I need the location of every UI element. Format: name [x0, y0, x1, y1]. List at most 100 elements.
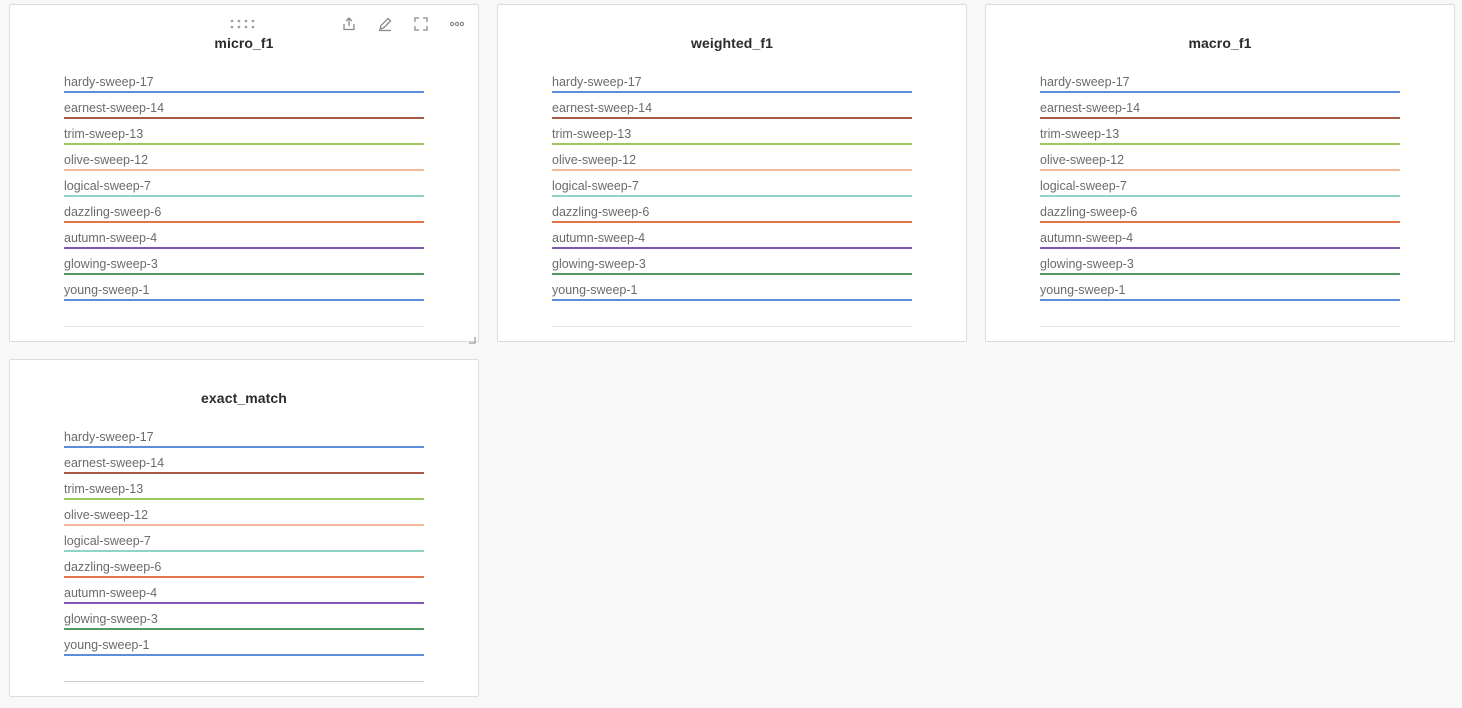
legend-label: dazzling-sweep-6: [64, 205, 162, 219]
legend-label: hardy-sweep-17: [1040, 75, 1130, 89]
legend-label: autumn-sweep-4: [552, 231, 646, 245]
edit-icon[interactable]: [376, 15, 394, 33]
series-line: [64, 195, 424, 197]
legend-label: earnest-sweep-14: [552, 101, 653, 115]
series-line: [1040, 91, 1400, 93]
panel-macro-f1[interactable]: macro_f1 hardy-sweep-17 earnest-sweep-14 t…: [985, 4, 1455, 342]
panel-title: macro_f1: [1188, 35, 1252, 51]
legend-item[interactable]: dazzling-sweep-6: [64, 204, 424, 230]
legend-item[interactable]: logical-sweep-7: [64, 178, 424, 204]
series-line: [64, 498, 424, 500]
legend-label: young-sweep-1: [1040, 283, 1126, 297]
resize-handle-icon[interactable]: [468, 331, 476, 344]
series-line: [1040, 299, 1400, 301]
series-line: [552, 195, 912, 197]
series-line: [64, 143, 424, 145]
legend-label: olive-sweep-12: [1040, 153, 1125, 167]
legend-item[interactable]: earnest-sweep-14: [64, 100, 424, 126]
series-line: [64, 91, 424, 93]
legend-item[interactable]: young-sweep-1: [552, 282, 912, 308]
drag-handle-icon[interactable]: [230, 17, 258, 29]
panel-micro-f1[interactable]: micro_f1 hardy-sweep-17 earnest-sweep-14 t…: [9, 4, 479, 344]
series-line: [1040, 143, 1400, 145]
legend-item[interactable]: young-sweep-1: [1040, 282, 1400, 308]
legend-item[interactable]: dazzling-sweep-6: [1040, 204, 1400, 230]
fullscreen-icon[interactable]: [412, 15, 430, 33]
legend-label: earnest-sweep-14: [1040, 101, 1141, 115]
series-line: [552, 91, 912, 93]
series-line: [64, 221, 424, 223]
legend-item[interactable]: glowing-sweep-3: [64, 256, 424, 282]
series-line: [552, 143, 912, 145]
legend-item[interactable]: hardy-sweep-17: [1040, 74, 1400, 100]
legend-item[interactable]: logical-sweep-7: [1040, 178, 1400, 204]
legend-item[interactable]: olive-sweep-12: [1040, 152, 1400, 178]
legend-item[interactable]: logical-sweep-7: [552, 178, 912, 204]
legend-item[interactable]: earnest-sweep-14: [64, 455, 424, 481]
panel-exact-match[interactable]: exact_match hardy-sweep-17 earnest-sweep-…: [9, 359, 479, 697]
series-line: [64, 117, 424, 119]
legend-item[interactable]: young-sweep-1: [64, 637, 424, 663]
legend-label: autumn-sweep-4: [64, 231, 158, 245]
legend-item[interactable]: autumn-sweep-4: [64, 230, 424, 256]
legend-label: trim-sweep-13: [64, 482, 144, 496]
legend-label: trim-sweep-13: [64, 127, 144, 141]
series-line: [64, 628, 424, 630]
legend-item[interactable]: earnest-sweep-14: [552, 100, 912, 126]
panel-title: exact_match: [201, 390, 287, 406]
series-line: [552, 273, 912, 275]
legend-label: dazzling-sweep-6: [1040, 205, 1138, 219]
legend-item[interactable]: autumn-sweep-4: [64, 585, 424, 611]
legend-label: olive-sweep-12: [64, 153, 149, 167]
panel-grid: micro_f1 hardy-sweep-17 earnest-sweep-14 t…: [0, 0, 1462, 708]
legend-item[interactable]: trim-sweep-13: [552, 126, 912, 152]
series-line: [64, 654, 424, 656]
legend-item[interactable]: dazzling-sweep-6: [64, 559, 424, 585]
legend-item[interactable]: young-sweep-1: [64, 282, 424, 308]
series-line: [64, 169, 424, 171]
legend-label: glowing-sweep-3: [64, 257, 158, 271]
legend-label: young-sweep-1: [64, 638, 150, 652]
chart-baseline: [1040, 326, 1400, 327]
legend-item[interactable]: dazzling-sweep-6: [552, 204, 912, 230]
series-line: [64, 602, 424, 604]
legend-item[interactable]: olive-sweep-12: [64, 152, 424, 178]
legend-item[interactable]: logical-sweep-7: [64, 533, 424, 559]
legend-item[interactable]: glowing-sweep-3: [552, 256, 912, 282]
legend-item[interactable]: hardy-sweep-17: [64, 429, 424, 455]
legend-item[interactable]: trim-sweep-13: [64, 126, 424, 152]
legend-label: earnest-sweep-14: [64, 101, 165, 115]
legend-label: trim-sweep-13: [552, 127, 632, 141]
series-line: [1040, 247, 1400, 249]
series-line: [552, 221, 912, 223]
legend-label: autumn-sweep-4: [64, 586, 158, 600]
panel-weighted-f1[interactable]: weighted_f1 hardy-sweep-17 earnest-sweep-…: [497, 4, 967, 342]
panel-title: weighted_f1: [690, 35, 773, 51]
series-line: [552, 117, 912, 119]
legend-label: hardy-sweep-17: [552, 75, 642, 89]
share-icon[interactable]: [340, 15, 358, 33]
legend-label: hardy-sweep-17: [64, 430, 154, 444]
legend-item[interactable]: glowing-sweep-3: [64, 611, 424, 637]
series-line: [1040, 221, 1400, 223]
legend-item[interactable]: earnest-sweep-14: [1040, 100, 1400, 126]
series-line: [64, 446, 424, 448]
legend-item[interactable]: autumn-sweep-4: [1040, 230, 1400, 256]
legend-item[interactable]: autumn-sweep-4: [552, 230, 912, 256]
legend-item[interactable]: trim-sweep-13: [1040, 126, 1400, 152]
legend-label: glowing-sweep-3: [552, 257, 646, 271]
legend-item[interactable]: trim-sweep-13: [64, 481, 424, 507]
legend-item[interactable]: glowing-sweep-3: [1040, 256, 1400, 282]
legend-item[interactable]: hardy-sweep-17: [552, 74, 912, 100]
legend-label: glowing-sweep-3: [1040, 257, 1134, 271]
more-icon[interactable]: [448, 15, 466, 33]
series-line: [64, 247, 424, 249]
legend-label: trim-sweep-13: [1040, 127, 1120, 141]
legend-item[interactable]: hardy-sweep-17: [64, 74, 424, 100]
series-line: [64, 273, 424, 275]
series-line: [552, 169, 912, 171]
series-line: [64, 472, 424, 474]
legend-item[interactable]: olive-sweep-12: [64, 507, 424, 533]
legend: hardy-sweep-17 earnest-sweep-14 trim-sweep…: [64, 74, 424, 308]
legend-item[interactable]: olive-sweep-12: [552, 152, 912, 178]
